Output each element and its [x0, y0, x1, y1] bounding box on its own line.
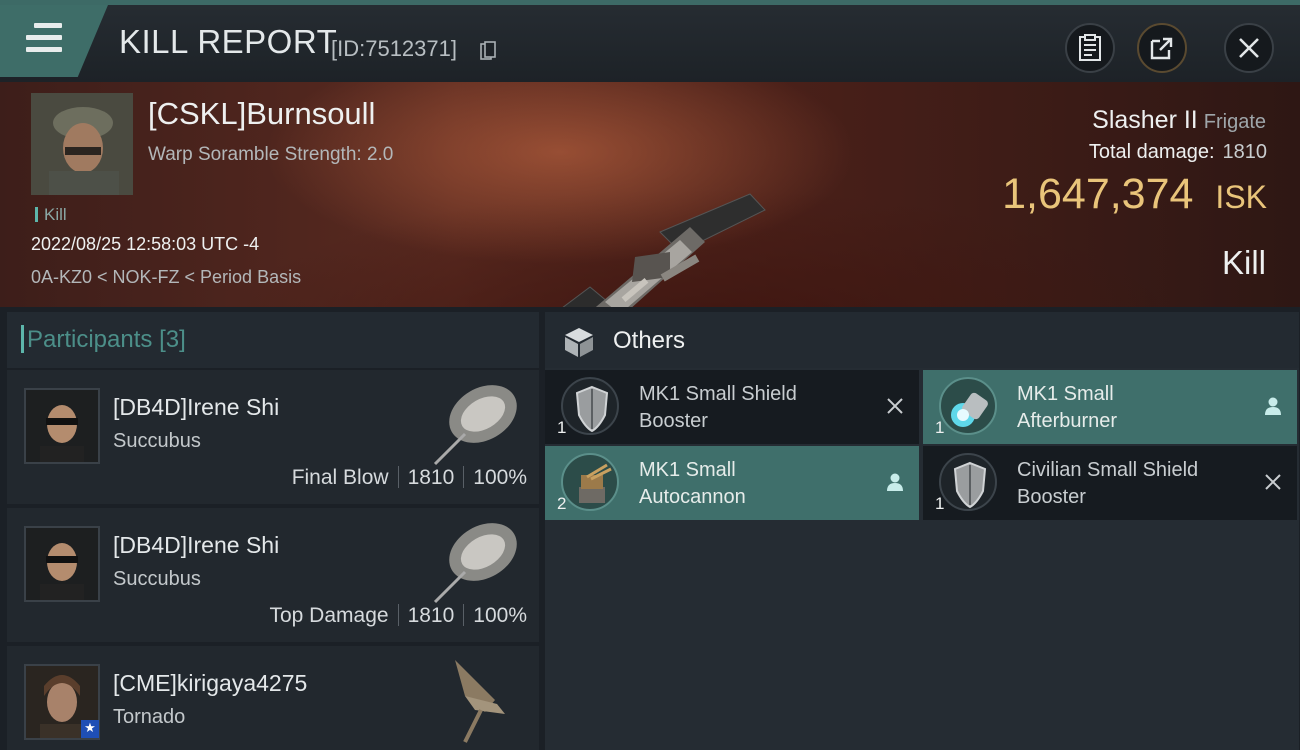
- top-bar: KILL REPORT [ID:7512371]: [0, 0, 1300, 82]
- item-quantity: 1: [935, 494, 945, 513]
- isk-amount: 1,647,374: [1002, 170, 1194, 218]
- participants-label: Participants [3]: [21, 325, 186, 354]
- x-icon: [887, 398, 903, 414]
- succubus-ship-image: [433, 385, 517, 466]
- participant-row[interactable]: ★ [CME]kirigaya4275 Tornado: [7, 646, 539, 750]
- autocannon-icon: [561, 453, 619, 511]
- copy-icon[interactable]: [480, 41, 496, 61]
- participant-ship: Succubus: [113, 568, 201, 590]
- participants-count: [3]: [159, 326, 186, 353]
- participant-portrait: [24, 388, 100, 464]
- item-civilian-small-shield-booster[interactable]: 1 Civilian Small Shield Booster: [923, 446, 1297, 520]
- shield-booster-icon: [939, 453, 997, 511]
- total-damage-label: Total damage:: [1088, 141, 1215, 163]
- participant-portrait: [24, 526, 100, 602]
- result-label: Kill: [1221, 244, 1266, 281]
- share-export-icon: [1150, 37, 1173, 60]
- hamburger-menu-icon: [26, 23, 62, 53]
- clipboard-button[interactable]: [1065, 23, 1115, 73]
- person-icon: [1265, 397, 1281, 415]
- succubus-ship-image: [433, 523, 517, 604]
- total-damage-value: 1810: [1222, 141, 1268, 163]
- item-quantity: 2: [557, 494, 567, 513]
- participant-row[interactable]: [DB4D]Irene Shi Succubus Top Damage 1810 1…: [7, 508, 539, 642]
- item-mk1-small-shield-booster[interactable]: 1 MK1 Small Shield Booster: [545, 370, 919, 444]
- item-name-line1: MK1 Small: [639, 459, 736, 481]
- kill-timestamp: 2022/08/25 12:58:03 UTC -4: [31, 234, 260, 254]
- afterburner-icon: [939, 377, 997, 435]
- isk-value: 1,647,374 ISK: [1002, 170, 1267, 219]
- participant-stats: Final Blow 1810 100%: [292, 466, 527, 490]
- tornado-ship-image: [455, 660, 505, 743]
- kill-tag: Kill: [35, 205, 67, 225]
- participant-name: [DB4D]Irene Shi: [113, 394, 280, 420]
- item-quantity: 1: [557, 418, 567, 437]
- page-title: KILL REPORT: [119, 23, 338, 60]
- ship-name: Slasher II: [1092, 106, 1198, 134]
- portrait-image: [31, 93, 133, 195]
- item-name-line2: Booster: [639, 410, 708, 432]
- close-icon: [1239, 38, 1259, 58]
- item-mk1-small-afterburner[interactable]: 1 MK1 Small Afterburner: [923, 370, 1297, 444]
- victim-ship: Slasher II Frigate: [1092, 106, 1266, 135]
- item-name-line2: Autocannon: [639, 486, 746, 508]
- participant-name: [DB4D]Irene Shi: [113, 532, 280, 558]
- item-name-line2: Booster: [1017, 486, 1086, 508]
- stat-label: Top Damage: [269, 604, 389, 627]
- participant-ship: Tornado: [113, 706, 186, 728]
- participant-row[interactable]: [DB4D]Irene Shi Succubus Final Blow 1810 1…: [7, 370, 539, 504]
- total-damage: Total damage: 1810: [1089, 141, 1267, 164]
- stat-label: Final Blow: [291, 466, 389, 489]
- clipboard-icon: [1079, 34, 1101, 61]
- kill-location[interactable]: 0A-KZ0 < NOK-FZ < Period Basis: [31, 267, 301, 288]
- x-icon: [1265, 474, 1281, 490]
- item-name-line1: MK1 Small: [1017, 383, 1114, 405]
- item-quantity: 1: [935, 418, 945, 437]
- item-name: Civilian Small Shield Booster: [1017, 457, 1247, 511]
- item-name: MK1 Small Shield Booster: [639, 381, 869, 435]
- participants-header: Participants [3]: [7, 312, 539, 368]
- item-name: MK1 Small Afterburner: [1017, 381, 1247, 435]
- participant-name: [CME]kirigaya4275: [113, 670, 308, 696]
- report-id: [ID:7512371]: [331, 36, 457, 61]
- others-header: Others: [545, 312, 1299, 368]
- close-button[interactable]: [1224, 23, 1274, 73]
- person-icon: [887, 473, 903, 491]
- damage-percent: 100%: [473, 466, 527, 489]
- isk-unit: ISK: [1215, 179, 1267, 215]
- others-label: Others: [613, 327, 686, 354]
- warp-scramble-strength: Warp Soramble Strength: 2.0: [148, 144, 394, 165]
- damage-value: 1810: [407, 466, 455, 489]
- share-button[interactable]: [1137, 23, 1187, 73]
- ship-class: Frigate: [1203, 111, 1266, 133]
- victim-name[interactable]: [CSKL]Burnsoull: [148, 96, 375, 132]
- participants-title: Participants: [27, 326, 153, 353]
- item-name: MK1 Small Autocannon: [639, 457, 869, 511]
- item-name-line1: Civilian Small Shield: [1017, 459, 1199, 481]
- participant-stats: Top Damage 1810 100%: [269, 604, 527, 628]
- victim-ship-image: [562, 193, 766, 307]
- damage-value: 1810: [407, 604, 455, 627]
- shield-booster-icon: [561, 377, 619, 435]
- item-name-line1: MK1 Small Shield: [639, 383, 797, 405]
- item-mk1-small-autocannon[interactable]: 2 MK1 Small Autocannon: [545, 446, 919, 520]
- item-name-line2: Afterburner: [1017, 410, 1118, 432]
- star-badge-icon: ★: [81, 720, 99, 738]
- menu-button[interactable]: [0, 5, 108, 77]
- participant-ship: Succubus: [113, 430, 201, 452]
- cube-icon: [565, 328, 593, 357]
- victim-avatar[interactable]: [31, 93, 133, 195]
- damage-percent: 100%: [473, 604, 527, 627]
